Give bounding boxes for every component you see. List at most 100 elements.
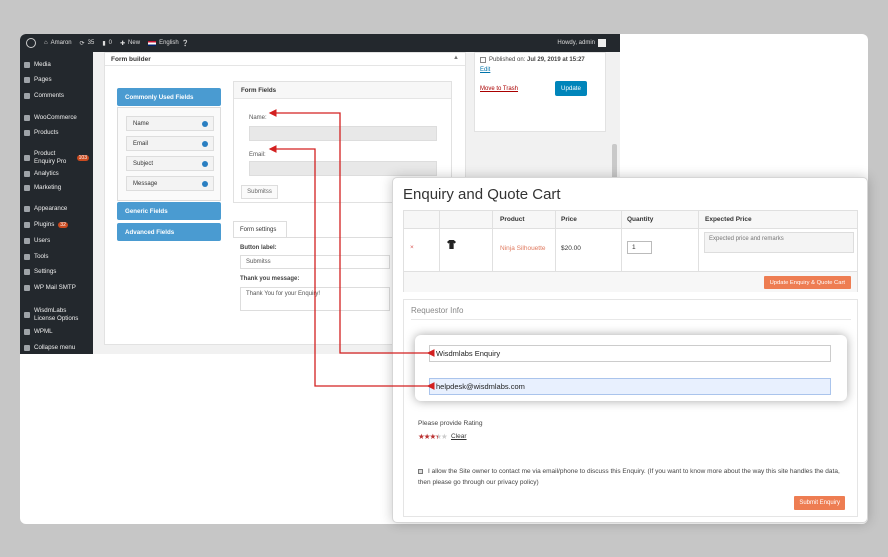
new-content-link[interactable]: ✚ New [120,40,140,47]
cart-title: Enquiry and Quote Cart [403,186,561,203]
field-button-label: Name [133,120,150,127]
products-icon [24,130,30,136]
thank-you-label: Thank you message: [240,276,300,282]
sidebar-item-label: Plugins [34,221,55,228]
rating-label: Please provide Rating [418,420,483,427]
language-switcher[interactable]: English ❔ [148,40,189,47]
requestor-info-title: Requestor Info [411,306,464,315]
email-field-preview[interactable] [249,161,437,176]
clear-rating-link[interactable]: Clear [451,433,467,440]
settings-icon [24,269,30,275]
field-button-label: Message [133,180,158,187]
col-divider [439,211,440,271]
field-button-subject[interactable]: Subject [126,156,214,171]
collapse-toggle-icon[interactable]: ▲ [453,55,459,61]
sidebar-item-pages[interactable]: Pages [20,76,93,84]
quantity-input[interactable]: 1 [627,241,652,254]
sidebar-item-wpml[interactable]: WPML [20,328,93,336]
sidebar-item-comments[interactable]: Comments [20,92,93,100]
header-price: Price [561,216,577,223]
tab-form-settings[interactable]: Form settings [233,221,287,238]
calendar-icon [480,57,486,63]
sidebar-item-media[interactable]: Media [20,61,93,69]
sidebar-item-tools[interactable]: Tools [20,253,93,261]
advanced-fields-header[interactable]: Advanced Fields [117,223,221,241]
star-rating[interactable]: ★★★★★ [418,432,448,441]
add-field-icon[interactable] [202,181,208,187]
sidebar-item-settings[interactable]: Settings [20,268,93,276]
submit-enquiry-button[interactable]: Submit Enquiry [794,496,845,510]
sidebar-item-users[interactable]: Users [20,237,93,245]
field-button-message[interactable]: Message [126,176,214,191]
sidebar-item-label: WooCommerce [34,114,77,121]
sidebar-item-label: Media [34,61,51,68]
sidebar-item-label: Tools [34,253,49,260]
requestor-info-section: Requestor Info Please provide Rating ★★★… [403,299,858,517]
published-prefix: Published on: [489,57,528,63]
add-field-icon[interactable] [202,141,208,147]
header-product: Product [500,216,525,223]
site-name-link[interactable]: ⌂ Amaron [44,40,72,46]
expected-price-textarea[interactable]: Expected price and remarks [704,232,854,253]
sidebar-item-label: Appearance [34,205,68,212]
thank-you-textarea[interactable]: Thank You for your Enquiry! [240,287,390,311]
sidebar-item-label: WisdmLabs License Options [34,307,79,322]
requestor-name-input[interactable]: Wisdmlabs Enquiry [429,345,831,362]
submit-button-preview[interactable]: Submitss [241,185,278,199]
analytics-icon [24,171,30,177]
edit-date-link[interactable]: Edit [480,67,490,73]
tshirt-thumbnail-icon[interactable] [447,240,456,249]
sidebar-item-label: Collapse menu [34,344,76,351]
mail-icon [24,285,30,291]
header-expected-price: Expected Price [705,216,752,223]
cart-table-footer: Update Enquiry & Quote Cart [404,271,857,292]
sidebar-item-label: Analytics [34,170,59,177]
highlight-callout: Wisdmlabs Enquiry helpdesk@wisdmlabs.com [415,335,847,401]
update-cart-button[interactable]: Update Enquiry & Quote Cart [763,276,851,289]
add-field-icon[interactable] [202,161,208,167]
admin-bar: ⌂ Amaron ⟳ 35 ▮ 0 ✚ New English ❔ Howdy,… [20,34,620,52]
sidebar-item-analytics[interactable]: Analytics [20,170,93,178]
move-to-trash-link[interactable]: Move to Trash [480,86,518,92]
new-label: New [128,40,141,46]
button-label-input[interactable]: Submitss [240,255,390,269]
sidebar-item-appearance[interactable]: Appearance [20,205,93,213]
sidebar-item-woocommerce[interactable]: WooCommerce [20,114,93,122]
commonly-used-fields-header[interactable]: Commonly Used Fields [117,88,221,106]
add-field-icon[interactable] [202,121,208,127]
tools-icon [24,254,30,260]
sidebar-item-collapse-menu[interactable]: Collapse menu [20,344,93,352]
comments-link[interactable]: ▮ 0 [102,40,112,47]
help-icon: ❔ [181,40,190,47]
account-menu[interactable]: Howdy, admin [557,39,606,47]
product-price: $20.00 [561,245,581,252]
requestor-email-input[interactable]: helpdesk@wisdmlabs.com [429,378,831,395]
product-name-link[interactable]: Ninja Silhouette [500,245,546,252]
howdy-text: Howdy, admin [557,40,595,46]
remove-item-icon[interactable]: × [410,244,414,251]
field-button-label: Email [133,140,149,147]
cart-table: Product Price Quantity Expected Price × … [403,210,858,292]
field-button-email[interactable]: Email [126,136,214,151]
update-button[interactable]: Update [555,81,587,96]
language-label: English [159,40,179,46]
name-field-preview[interactable] [249,126,437,141]
wordpress-logo-icon[interactable] [26,38,36,48]
sidebar-item-wisdmlabs-license-options[interactable]: WisdmLabs License Options [20,307,93,323]
field-button-label: Subject [133,160,154,167]
sidebar-item-products[interactable]: Products [20,129,93,137]
updates-link[interactable]: ⟳ 35 [80,40,95,47]
site-name: Amaron [50,40,72,46]
field-button-name[interactable]: Name [126,116,214,131]
sidebar-item-wp-mail-smtp[interactable]: WP Mail SMTP [20,284,93,292]
sidebar-item-label: Product Enquiry Pro [34,150,67,165]
pages-icon [24,77,30,83]
sidebar-item-marketing[interactable]: Marketing [20,184,93,192]
star-icon[interactable]: ★ [441,432,448,441]
sidebar-item-product-enquiry-pro[interactable]: Product Enquiry Pro 103 [20,150,93,166]
button-label-label: Button label: [240,245,277,251]
marketing-icon [24,185,30,191]
sidebar-item-plugins[interactable]: Plugins 32 [20,221,93,229]
generic-fields-header[interactable]: Generic Fields [117,202,221,220]
consent-checkbox[interactable] [418,469,423,474]
